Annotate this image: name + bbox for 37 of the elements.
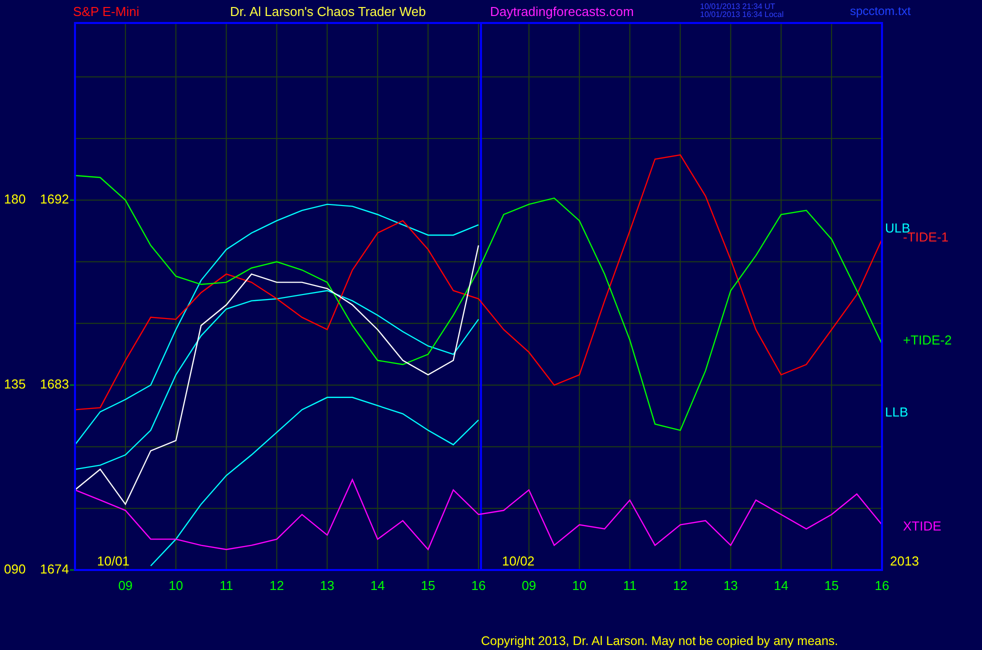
timestamp: 10/01/2013 16:34 Local <box>700 11 785 19</box>
axis-label: 16 <box>471 578 486 593</box>
timestamp: 10/01/2013 21:34 UT <box>700 3 776 11</box>
date-label: 10/01 <box>97 553 130 568</box>
axis-label: 1692 <box>40 192 69 207</box>
axis-label: 16 <box>874 578 890 593</box>
axis-label: 10 <box>572 578 587 593</box>
axis-label: 15 <box>420 578 436 593</box>
axis-label: 090 <box>4 561 26 576</box>
axis-label: 12 <box>270 578 284 593</box>
line-label: LLB <box>885 404 908 420</box>
axis-label: 09 <box>118 578 133 593</box>
axis-label: 13 <box>723 578 738 593</box>
axis-label: 09 <box>522 578 536 593</box>
axis-label: 15 <box>824 578 839 593</box>
date-label: 10/02 <box>502 553 535 568</box>
axis-label: 13 <box>320 578 334 593</box>
tick-mark <box>70 384 74 386</box>
axis-label: 10 <box>168 578 184 593</box>
site-title: Dr. Al Larson's Chaos Trader Web <box>230 4 427 18</box>
axis-label: 11 <box>220 578 234 593</box>
axis-label: 11 <box>623 578 637 593</box>
axis-label: 14 <box>370 578 385 593</box>
site-address: Daytradingforecasts.com <box>490 4 635 18</box>
axis-label: 1683 <box>40 376 69 392</box>
date-label: 2013 <box>890 553 919 568</box>
axis-label: 180 <box>4 192 26 207</box>
line-label: +TIDE-2 <box>903 332 952 348</box>
tick-mark <box>70 200 74 201</box>
file-name: spcctom.txt <box>850 4 912 18</box>
instrument-title: S&P E-Mini <box>73 4 140 18</box>
axis-label: 135 <box>4 376 26 392</box>
axis-label: 1674 <box>40 561 69 576</box>
copyright-notice: Copyright 2013, Dr. Al Larson. May not be copied by any means. <box>481 634 838 648</box>
axis-label: 14 <box>774 578 788 593</box>
axis-label: 12 <box>673 578 688 593</box>
line-label: XTIDE <box>903 518 942 534</box>
